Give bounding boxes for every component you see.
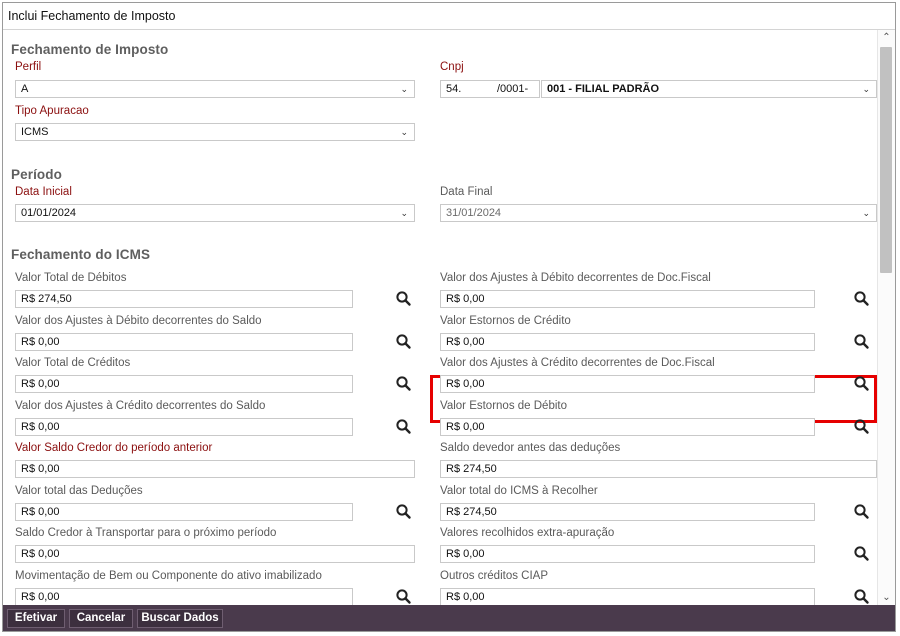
search-icon[interactable] <box>395 588 413 606</box>
cnpj-part1: 54. <box>446 83 462 95</box>
filial-select[interactable]: 001 - FILIAL PADRÃO ⌄ <box>541 80 877 98</box>
icms-right-value-input[interactable]: R$ 274,50 <box>440 460 877 478</box>
tipo-apuracao-value: ICMS <box>21 126 49 138</box>
icms-left-value-input[interactable]: R$ 0,00 <box>15 502 353 521</box>
search-icon[interactable] <box>853 333 871 351</box>
icms-left-field-label: Valor total das Deduções <box>15 484 143 497</box>
icms-right-field-label: Valor Estornos de Crédito <box>440 314 571 327</box>
filial-value: 001 - FILIAL PADRÃO <box>547 83 660 95</box>
buscar-dados-button[interactable]: Buscar Dados <box>137 609 223 628</box>
icms-left-value-input[interactable]: R$ 0,00 <box>15 587 353 606</box>
icms-left-value-input[interactable]: R$ 0,00 <box>15 460 415 478</box>
perfil-select[interactable]: A ⌄ <box>15 80 415 98</box>
vertical-scrollbar[interactable]: ⌃ ⌄ <box>877 30 895 606</box>
icms-right-value-input[interactable]: R$ 0,00 <box>440 332 815 351</box>
scroll-up-arrow-icon[interactable]: ⌃ <box>878 30 895 46</box>
icms-left-value-input[interactable]: R$ 0,00 <box>15 545 415 563</box>
icms-right-value-input[interactable]: R$ 0,00 <box>440 417 815 436</box>
scrollbar-thumb[interactable] <box>880 47 892 273</box>
tipo-apuracao-label: Tipo Apuracao <box>15 105 89 117</box>
data-final-select[interactable]: 31/01/2024 ⌄ <box>440 204 877 222</box>
perfil-value: A <box>21 83 29 95</box>
chevron-down-icon: ⌄ <box>400 127 408 137</box>
icms-right-field-label: Outros créditos CIAP <box>440 569 549 582</box>
dialog-window: Inclui Fechamento de Imposto Fechamento … <box>2 2 896 632</box>
search-icon[interactable] <box>395 503 413 521</box>
icms-left-value-input[interactable]: R$ 0,00 <box>15 417 353 436</box>
search-icon[interactable] <box>853 545 871 563</box>
perfil-label: Perfil <box>15 61 42 73</box>
search-icon[interactable] <box>853 503 871 521</box>
icms-right-value-input[interactable]: R$ 274,50 <box>440 502 815 521</box>
icms-left-value-input[interactable]: R$ 274,50 <box>15 290 353 308</box>
form-content: Fechamento de Imposto Perfil A ⌄ Cnpj 54… <box>3 30 879 606</box>
cancelar-button[interactable]: Cancelar <box>69 609 133 628</box>
icms-right-field-label: Valor total do ICMS à Recolher <box>440 484 598 497</box>
cnpj-label: Cnpj <box>440 61 464 73</box>
icms-right-field-label: Saldo devedor antes das deduções <box>440 442 621 454</box>
icms-left-field-label: Valor Total de Débitos <box>15 272 127 284</box>
icms-right-value-input[interactable]: R$ 0,00 <box>440 290 815 308</box>
section-title-icms: Fechamento do ICMS <box>11 247 151 262</box>
data-inicial-select[interactable]: 01/01/2024 ⌄ <box>15 204 415 222</box>
icms-left-field-label: Valor dos Ajustes à Débito decorrentes d… <box>15 314 262 327</box>
window-title: Inclui Fechamento de Imposto <box>3 3 895 30</box>
section-title-fechamento: Fechamento de Imposto <box>11 42 169 57</box>
section-title-periodo: Período <box>11 167 62 182</box>
data-final-label: Data Final <box>440 186 493 198</box>
search-icon[interactable] <box>395 375 413 393</box>
data-inicial-value: 01/01/2024 <box>21 207 77 219</box>
search-icon[interactable] <box>395 333 413 351</box>
icms-left-field-label: Valor dos Ajustes à Crédito decorrentes … <box>15 399 266 412</box>
icms-right-value-input[interactable]: R$ 0,00 <box>440 375 815 393</box>
search-icon[interactable] <box>853 588 871 606</box>
chevron-down-icon: ⌄ <box>400 84 408 94</box>
search-icon[interactable] <box>853 290 871 308</box>
icms-right-field-label: Valor dos Ajustes à Crédito decorrentes … <box>440 357 715 369</box>
scroll-down-arrow-icon[interactable]: ⌄ <box>878 590 895 606</box>
icms-left-field-label: Saldo Credor à Transportar para o próxim… <box>15 527 277 539</box>
cnpj-input[interactable]: 54. /0001- <box>440 80 540 98</box>
data-inicial-label: Data Inicial <box>15 186 72 198</box>
cnpj-part2: /0001- <box>497 83 529 95</box>
icms-left-field-label: Valor Saldo Credor do período anterior <box>15 442 213 454</box>
search-icon[interactable] <box>853 375 871 393</box>
icms-left-field-label: Movimentação de Bem ou Componente do ati… <box>15 569 322 582</box>
search-icon[interactable] <box>395 290 413 308</box>
icms-left-field-label: Valor Total de Créditos <box>15 357 131 369</box>
icms-right-field-label: Valores recolhidos extra-apuração <box>440 527 615 539</box>
icms-right-value-input[interactable]: R$ 0,00 <box>440 545 815 563</box>
icms-left-value-input[interactable]: R$ 0,00 <box>15 332 353 351</box>
icms-right-field-label: Valor Estornos de Débito <box>440 399 567 412</box>
efetivar-button[interactable]: Efetivar <box>7 609 65 628</box>
chevron-down-icon: ⌄ <box>862 84 870 94</box>
search-icon[interactable] <box>395 418 413 436</box>
chevron-down-icon: ⌄ <box>862 208 870 218</box>
action-bar: Efetivar Cancelar Buscar Dados <box>3 605 895 631</box>
tipo-apuracao-select[interactable]: ICMS ⌄ <box>15 123 415 141</box>
data-final-value: 31/01/2024 <box>446 207 502 219</box>
chevron-down-icon: ⌄ <box>400 208 408 218</box>
icms-left-value-input[interactable]: R$ 0,00 <box>15 375 353 393</box>
icms-right-value-input[interactable]: R$ 0,00 <box>440 587 815 606</box>
search-icon[interactable] <box>853 418 871 436</box>
icms-right-field-label: Valor dos Ajustes à Débito decorrentes d… <box>440 272 711 284</box>
